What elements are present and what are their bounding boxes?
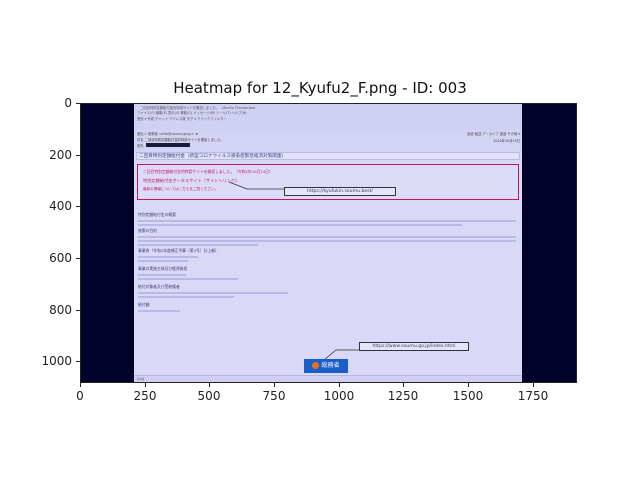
left-padding-band — [81, 104, 134, 382]
x-tick-mark — [274, 383, 275, 387]
body-text-line — [138, 240, 516, 242]
y-tick-mark — [76, 310, 80, 311]
figure-title: Heatmap for 12_Kyufu2_F.png - ID: 003 — [173, 79, 467, 97]
y-tick-label: 600 — [49, 251, 72, 265]
body-text-line — [138, 220, 516, 222]
logo-text: 総務省 — [321, 362, 340, 369]
redacted-recipient — [146, 143, 190, 147]
x-tick-label: 1000 — [323, 389, 355, 403]
body-text-line — [138, 278, 238, 280]
y-tick-label: 1000 — [41, 354, 72, 368]
section-scheme: 事業の実施主体及び経費負担 — [138, 266, 188, 271]
toolbar-buttons: 受信 ▾ 作成 チャット アドレス帳 タグ ▾ クイックフィルター — [137, 117, 227, 121]
x-tick-label: 750 — [262, 389, 286, 403]
subject-field: 件名 二回目特別定額給付金的特設サイトを開設しました。 — [137, 138, 224, 142]
to-field: 宛先 — [137, 144, 144, 148]
y-tick-mark — [76, 103, 80, 104]
body-text-line — [138, 224, 462, 226]
y-tick-mark — [76, 361, 80, 362]
section-purpose: 施策の目的 — [138, 228, 157, 233]
y-tick-label: 400 — [49, 199, 72, 213]
heatmap-image-area: 二回目特別定額給付金的特設サイトを開設しました。 - Mozilla Thund… — [80, 103, 577, 383]
section-benefit: 給付対象者及び受給権者 — [138, 284, 180, 289]
body-text-line — [138, 236, 516, 238]
right-padding-band — [522, 104, 576, 382]
x-tick-mark — [403, 383, 404, 387]
header-action-buttons: 返信 転送 アーカイブ 迷惑 その他 ▾ — [467, 132, 520, 136]
body-text-line — [138, 292, 288, 294]
section-overview: 特別定額給付金の概要 — [138, 212, 176, 217]
from-field: 差出人 総務省 <info@soumu.go.jp> ★ — [137, 132, 199, 136]
notice-line-1: 二回目特別定額給付金的特設サイトを開設しました。（令和2年10月14日） — [143, 169, 273, 174]
x-tick-mark — [533, 383, 534, 387]
y-tick-mark — [76, 155, 80, 156]
ministry-logo: 総務省 — [304, 359, 348, 373]
x-tick-mark — [209, 383, 210, 387]
x-tick-mark — [145, 383, 146, 387]
notice-line-3: 最新の情報についてはこちらをご覧ください。 — [143, 187, 219, 191]
url-callout-top: https://kyufukin.soumu.best/ — [284, 187, 396, 196]
mail-client-toolbar: 二回目特別定額給付金的特設サイトを開設しました。 - Mozilla Thund… — [134, 104, 522, 131]
x-tick-label: 0 — [76, 389, 84, 403]
mail-body-title: 二回目特別定額給付金（新型コロナウイルス感染症緊急経済対策関連） — [136, 152, 520, 160]
y-tick-label: 0 — [64, 96, 72, 110]
x-tick-label: 1750 — [517, 389, 549, 403]
menu-bar: ファイル(F) 編集(E) 表示(V) 移動(G) メッセージ(M) ツール(T… — [137, 111, 247, 115]
email-screenshot: 二回目特別定額給付金的特設サイトを開設しました。 - Mozilla Thund… — [134, 104, 522, 382]
x-tick-mark — [339, 383, 340, 387]
body-text-line — [138, 310, 180, 312]
x-tick-label: 1250 — [387, 389, 419, 403]
y-tick-mark — [76, 206, 80, 207]
url-callout-bottom: https://www.soumu.go.jp/index.html — [359, 342, 469, 351]
section-amount: 給付額 — [138, 302, 150, 307]
x-tick-mark — [80, 383, 81, 387]
x-tick-label: 500 — [197, 389, 221, 403]
y-tick-label: 800 — [49, 303, 72, 317]
x-tick-label: 250 — [133, 389, 157, 403]
section-budget: 事業費（令和2年度補正予算（第2号）計上額） — [138, 248, 219, 253]
message-header: 差出人 総務省 <info@soumu.go.jp> ★ 件名 二回目特別定額給… — [134, 130, 522, 152]
body-text-line — [138, 244, 258, 246]
notice-line-2: 特別定額給付金ポータルサイト（サイトへリンク） — [143, 178, 240, 183]
logo-emblem-icon — [312, 361, 320, 369]
x-tick-mark — [468, 383, 469, 387]
callout-leader-line-top — [228, 181, 285, 190]
body-text-line — [138, 296, 234, 298]
y-tick-mark — [76, 258, 80, 259]
message-date: 2020年10月19日 — [493, 139, 520, 143]
body-text-line — [138, 260, 188, 262]
y-tick-label: 200 — [49, 148, 72, 162]
status-bar: ((o)) — [134, 375, 522, 382]
callout-leader-line-bottom — [323, 349, 360, 361]
body-text-line — [138, 274, 186, 276]
body-text-line — [138, 256, 198, 258]
x-tick-label: 1500 — [452, 389, 484, 403]
